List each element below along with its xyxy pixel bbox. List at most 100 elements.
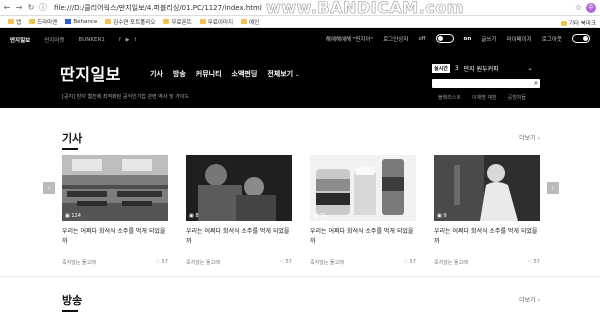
search-icon[interactable]: ⌕ (534, 79, 538, 88)
social-links: f ▶ t (119, 37, 137, 43)
section-title-broadcast: 방송 (62, 294, 83, 307)
comment-count: ▣ 9 (437, 213, 447, 219)
article-author: 죽지않는 돌고래 (310, 260, 344, 266)
tag-item[interactable]: 블랙리스트 (438, 94, 461, 101)
theme-toggle[interactable] (572, 34, 590, 43)
article-card[interactable]: ▣ 70 우리는 어쩌다 희석식 소주를 먹게 되었을까 죽지않는 돌고래 ♡ … (310, 155, 416, 266)
article-title[interactable]: 우리는 어쩌다 희석식 소주를 먹게 되었을까 (434, 227, 540, 247)
youtube-icon[interactable]: ▶ (126, 37, 130, 43)
twitter-icon[interactable]: t (134, 37, 136, 43)
nav-funding[interactable]: 소액펀딩 (232, 69, 258, 79)
profile-avatar[interactable]: 수진 (586, 3, 596, 21)
url-field[interactable]: file:///D:/클리어웍스/딴지일보/4.퍼블리싱/01.PC/1127/… (54, 3, 262, 13)
article-author: 죽지않는 돌고래 (434, 260, 468, 266)
bookmark-item[interactable]: 예인 (241, 18, 259, 26)
article-card[interactable]: ▣ 124 우리는 어쩌다 희석식 소주를 먹게 되었을까 죽지않는 돌고래 ♡… (62, 155, 168, 266)
nav-broadcast[interactable]: 방송 (173, 69, 186, 79)
facebook-icon[interactable]: f (119, 37, 121, 43)
bookmarks-bar: 앱 드라마앤 Behance 김수연 포트폴리오 무료폰트 무료이미지 예인 기… (0, 16, 600, 28)
realtime-keywords[interactable]: 실시간 3 딴지 원두커피 ⌄ (432, 64, 533, 73)
article-carousel: ▣ 124 우리는 어쩌다 희석식 소주를 먹게 되었을까 죽지않는 돌고래 ♡… (62, 155, 540, 266)
realtime-badge: 실시간 (432, 64, 450, 73)
folder-icon (163, 19, 170, 24)
tab-market[interactable]: 딴지마켓 (44, 36, 64, 44)
folder-icon (199, 19, 206, 24)
article-thumbnail[interactable]: ▣ 9 (434, 155, 540, 221)
info-icon: ⓘ (39, 3, 47, 12)
article-author: 죽지않는 돌고래 (186, 260, 220, 266)
article-meta: 죽지않는 돌고래 ♡ 57 (62, 259, 168, 266)
mypage-link[interactable]: 마이페이지 (506, 35, 531, 43)
like-count: ♡ 57 (279, 259, 292, 265)
nav-all[interactable]: 전체보기 ⌄ (267, 69, 299, 79)
site-topbar: 딴지일보 딴지마켓 BUNKER1 f ▶ t 해예해예해 "딴지아" 로그인상… (0, 28, 600, 50)
logout-link[interactable]: 로그아웃 (542, 35, 562, 43)
other-bookmarks[interactable]: 기타 북마크 (560, 19, 596, 27)
comment-count: ▣ 8 (189, 213, 199, 219)
bookmark-item[interactable]: 무료폰트 (163, 18, 192, 26)
chevron-down-icon: ⌄ (295, 72, 300, 78)
chevron-down-icon[interactable]: ⌄ (528, 65, 533, 72)
bookmark-apps[interactable]: 앱 (8, 18, 21, 26)
mode-off-label: off (418, 35, 426, 42)
forward-icon[interactable]: → (14, 3, 24, 12)
like-count: ♡ 57 (527, 259, 540, 265)
section-divider (0, 276, 600, 277)
back-icon[interactable]: ← (2, 3, 12, 12)
user-greeting: 해예해예해 "딴지아" (325, 36, 374, 43)
article-meta: 죽지않는 돌고래 ♡ 57 (434, 259, 540, 266)
article-card[interactable]: ▣ 8 우리는 어쩌다 희석식 소주를 먹게 되었을까 죽지않는 돌고래 ♡ 5… (186, 155, 292, 266)
carousel-prev-button[interactable]: ‹ (43, 182, 55, 194)
folder-icon (241, 19, 248, 24)
broadcast-section-header: 방송 더보기 › (62, 292, 540, 312)
like-count: ♡ 57 (403, 259, 416, 265)
folder-icon (105, 19, 112, 24)
apps-icon (8, 19, 14, 24)
like-count: ♡ 57 (155, 259, 168, 265)
article-thumbnail[interactable]: ▣ 8 (186, 155, 292, 221)
comment-count: ▣ 124 (65, 213, 81, 219)
bookmark-star-icon[interactable]: ☆ (575, 3, 582, 12)
nav-articles[interactable]: 기사 (150, 69, 163, 79)
bookmark-item[interactable]: 드라마앤 (29, 18, 57, 26)
write-link[interactable]: 글쓰기 (481, 35, 496, 43)
carousel-next-button[interactable]: › (547, 182, 559, 194)
tag-item[interactable]: 이재명 재판 (472, 94, 497, 101)
article-thumbnail[interactable]: ▣ 70 (310, 155, 416, 221)
more-articles-link[interactable]: 더보기 › (519, 133, 540, 142)
mode-toggle[interactable] (435, 34, 454, 43)
masthead: 딴지일보 기사 방송 커뮤니티 소액펀딩 전체보기 ⌄ [공지] 딴지 웹진에 최… (0, 50, 600, 108)
bandicam-watermark: www.BANDICAM.com (266, 0, 464, 17)
mode-on-label: on (463, 35, 472, 42)
bookmark-item[interactable]: 김수연 포트폴리오 (105, 18, 155, 26)
article-title[interactable]: 우리는 어쩌다 희석식 소주를 먹게 되었을까 (62, 227, 168, 247)
title-underline (62, 310, 78, 312)
articles-section-header: 기사 더보기 › (62, 130, 540, 150)
realtime-rank: 3 (454, 65, 459, 72)
nav-community[interactable]: 커뮤니티 (196, 69, 222, 79)
article-meta: 죽지않는 돌고래 ♡ 57 (310, 259, 416, 266)
article-author: 죽지않는 돌고래 (62, 260, 96, 266)
tag-item[interactable]: 공범처들 (508, 94, 526, 101)
login-box-link[interactable]: 로그인상자 (383, 35, 408, 43)
comment-count: ▣ 70 (313, 213, 326, 219)
bookmark-item[interactable]: Behance (65, 19, 97, 25)
article-thumbnail[interactable]: ▣ 124 (62, 155, 168, 221)
article-title[interactable]: 우리는 어쩌다 희석식 소주를 먹게 되었을까 (186, 227, 292, 247)
article-title[interactable]: 우리는 어쩌다 희석식 소주를 먹게 되었을까 (310, 227, 416, 247)
bookmark-item[interactable]: 무료이미지 (199, 18, 233, 26)
tab-bunker1[interactable]: BUNKER1 (79, 37, 105, 43)
site-logo[interactable]: 딴지일보 (60, 61, 121, 85)
title-underline (62, 148, 78, 150)
section-title-articles: 기사 (62, 132, 83, 145)
tab-ddanzi[interactable]: 딴지일보 (10, 36, 30, 44)
more-broadcast-link[interactable]: 더보기 › (519, 295, 540, 304)
realtime-keyword: 딴지 원두커피 (463, 66, 499, 73)
folder-icon (29, 19, 36, 24)
reload-icon[interactable]: ↻ (26, 3, 36, 12)
behance-icon (65, 19, 72, 24)
folder-icon (560, 20, 567, 26)
article-card[interactable]: ▣ 9 우리는 어쩌다 희석식 소주를 먹게 되었을까 죽지않는 돌고래 ♡ 5… (434, 155, 540, 266)
search-input[interactable]: ⌕ (432, 79, 540, 88)
notice-tagline[interactable]: [공지] 딴지 웹진에 최적화된 공식인기업 관련 역사 및 가이드 (62, 93, 189, 100)
